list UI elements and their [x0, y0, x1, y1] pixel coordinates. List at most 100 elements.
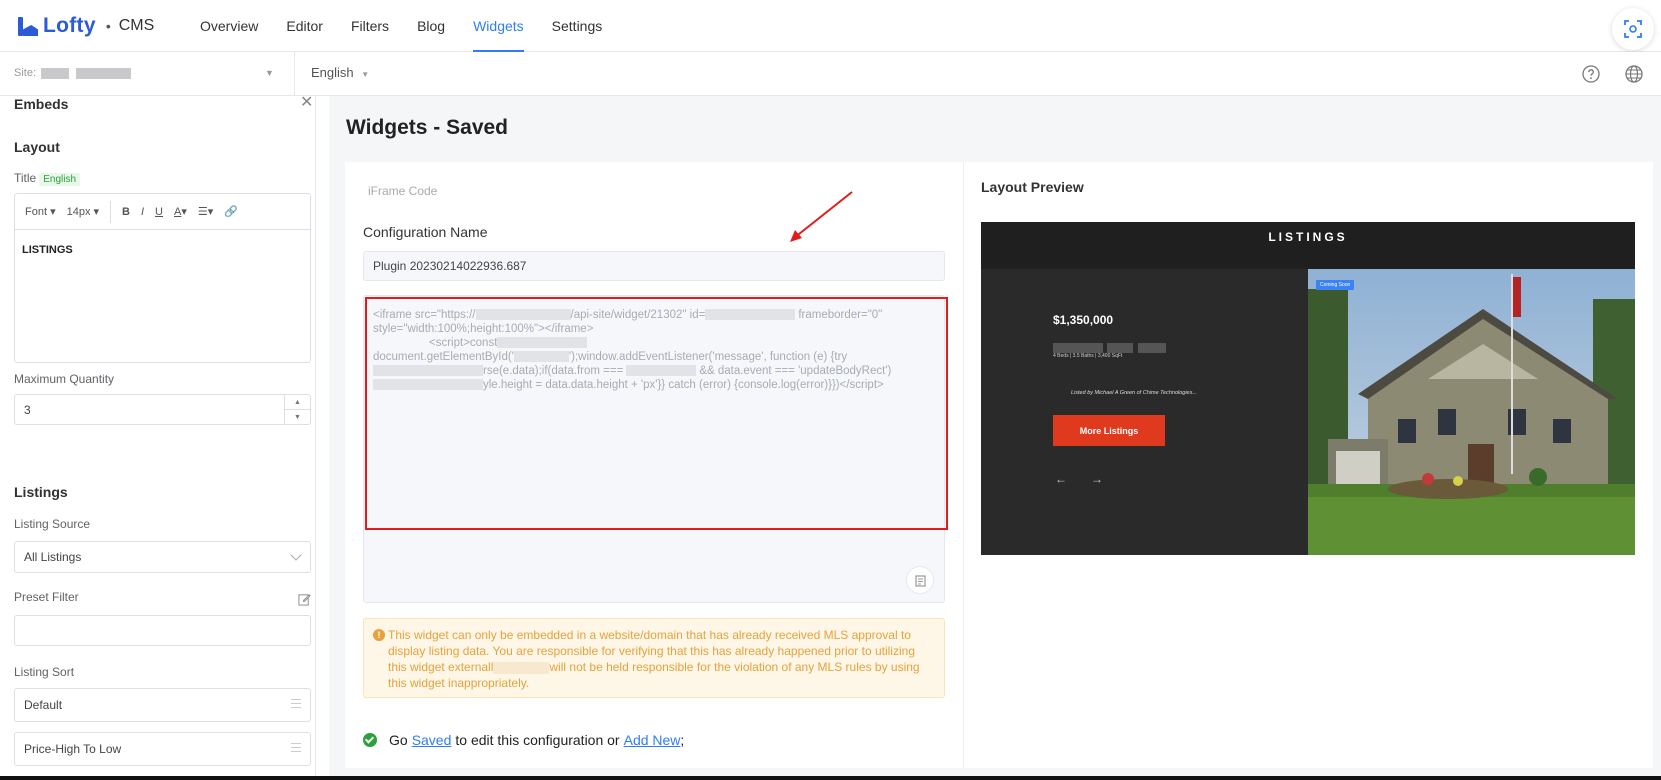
iframe-code-tab[interactable]: iFrame Code	[368, 184, 437, 198]
drag-handle-icon[interactable]	[291, 743, 301, 752]
preview-header: LISTINGS	[981, 222, 1635, 269]
preview-listed-by: Listed by Michael A Green of Chime Techn…	[1071, 390, 1197, 396]
increment-icon[interactable]: ▲	[285, 395, 310, 409]
confirmation-text: ;	[680, 732, 685, 748]
divider	[294, 52, 295, 96]
close-icon[interactable]: ✕	[300, 96, 313, 112]
copy-code-button[interactable]	[906, 566, 934, 594]
panel-title: Embeds	[14, 96, 69, 112]
redacted-text	[1107, 343, 1134, 353]
align-icon[interactable]: ☰▾	[198, 205, 213, 218]
preview-listing-info: $1,350,000 4 Beds | 3.5 Baths | 3,400 Sq…	[981, 269, 1308, 555]
decrement-icon[interactable]: ▼	[285, 409, 310, 424]
globe-icon[interactable]	[1624, 64, 1644, 84]
listings-section-title: Listings	[14, 484, 68, 500]
editor-content[interactable]: LISTINGS	[15, 230, 310, 270]
font-size-select[interactable]: 14px ▾	[67, 205, 99, 218]
redacted-text	[493, 661, 550, 674]
arrow-left-icon[interactable]: ←	[1055, 472, 1067, 486]
drag-handle-icon[interactable]	[291, 699, 301, 708]
underline-button[interactable]: U	[155, 206, 163, 218]
preview-price: $1,350,000	[1053, 313, 1114, 327]
nav-editor[interactable]: Editor	[286, 0, 323, 52]
redacted-site	[76, 67, 132, 79]
sort-option-label: Default	[24, 698, 63, 712]
scan-icon	[1624, 20, 1642, 38]
bold-button[interactable]: B	[122, 206, 130, 218]
brand-separator: •	[105, 18, 111, 34]
embeds-settings-panel: Embeds ✕ Layout Title English Font ▾ 14px…	[0, 96, 316, 776]
max-quantity-label: Maximum Quantity	[14, 372, 115, 386]
saved-confirmation: Go Saved to edit this configuration or A…	[363, 732, 684, 748]
language-tag: English	[39, 173, 81, 186]
quantity-spinner: ▲ ▼	[284, 395, 310, 424]
page-title: Widgets - Saved	[346, 116, 509, 139]
more-listings-button[interactable]: More Listings	[1053, 415, 1165, 446]
lofty-logo-icon	[16, 16, 40, 36]
max-quantity-value: 3	[24, 402, 31, 417]
warning-icon: !	[373, 629, 385, 641]
nav-filters[interactable]: Filters	[351, 0, 389, 52]
chevron-down-icon	[290, 549, 302, 561]
brand-name: Lofty	[43, 14, 96, 37]
layout-preview-label: Layout Preview	[981, 179, 1084, 195]
top-nav-bar: Lofty • CMS Overview Editor Filters Blog…	[0, 0, 1661, 52]
window-bottom-edge	[0, 776, 1661, 780]
layout-preview: LISTINGS $1,350,000 4 Beds | 3.5 Baths |…	[981, 222, 1635, 555]
language-selector[interactable]: English ▼	[311, 65, 369, 80]
add-new-link[interactable]: Add New	[624, 732, 681, 748]
arrow-right-icon[interactable]: →	[1091, 472, 1103, 486]
italic-button[interactable]: I	[141, 206, 144, 218]
font-family-select[interactable]: Font ▾	[25, 205, 56, 218]
max-quantity-stepper[interactable]: 3 ▲ ▼	[14, 394, 311, 425]
preview-details: 4 Beds | 3.5 Baths | 3,400 SqFt	[1053, 353, 1123, 359]
title-label-text: Title	[14, 171, 37, 185]
toolbar-divider	[110, 200, 112, 223]
size-select-label: 14px	[66, 206, 91, 218]
preset-filter-input[interactable]	[14, 615, 311, 646]
link-icon[interactable]: 🔗	[224, 205, 238, 218]
product-name: CMS	[118, 17, 155, 34]
listing-source-label: Listing Source	[14, 517, 91, 531]
listing-source-value: All Listings	[24, 550, 82, 564]
text-color-button[interactable]: A▾	[174, 205, 187, 218]
main-nav: Overview Editor Filters Blog Widgets Set…	[200, 0, 630, 52]
mls-warning-alert: ! This widget can only be embedded in a …	[363, 618, 945, 698]
title-rich-text-editor[interactable]: Font ▾ 14px ▾ B I U A▾ ☰▾ 🔗 LISTINGS	[14, 193, 311, 363]
nav-widgets[interactable]: Widgets	[473, 0, 524, 52]
site-dropdown-icon[interactable]: ▼	[265, 68, 274, 78]
edit-icon[interactable]	[298, 593, 311, 606]
card-divider	[963, 162, 964, 768]
app-logo[interactable]: Lofty • CMS	[16, 14, 154, 38]
text-color-glyph: A	[174, 206, 182, 218]
redacted-text	[1053, 343, 1103, 353]
listing-house-photo	[1308, 269, 1635, 555]
copy-icon	[915, 575, 926, 587]
editor-toolbar: Font ▾ 14px ▾ B I U A▾ ☰▾ 🔗	[15, 194, 310, 230]
sort-option-item[interactable]: Price-High To Low	[14, 732, 311, 766]
saved-link[interactable]: Saved	[412, 732, 452, 748]
sort-option-item[interactable]: Default	[14, 688, 311, 722]
nav-settings[interactable]: Settings	[552, 0, 603, 52]
sort-option-label: Price-High To Low	[24, 742, 122, 756]
listing-sort-label: Listing Sort	[14, 665, 75, 679]
redacted-text	[1137, 343, 1166, 353]
screen-capture-button[interactable]	[1612, 8, 1654, 50]
redacted-site	[41, 67, 70, 79]
layout-section-title: Layout	[14, 139, 60, 155]
preset-filter-label: Preset Filter	[14, 590, 79, 604]
language-dropdown-icon: ▼	[361, 70, 370, 79]
title-field-label: Title English	[14, 171, 81, 186]
nav-blog[interactable]: Blog	[417, 0, 445, 52]
annotation-arrow-icon	[790, 191, 853, 242]
language-value: English	[311, 65, 354, 80]
site-label: Site:	[14, 67, 37, 79]
site-selector[interactable]: Site:	[14, 67, 132, 79]
listing-source-select[interactable]: All Listings	[14, 541, 311, 573]
help-icon[interactable]	[1581, 64, 1601, 84]
configuration-name-field[interactable]: Plugin 20230214022936.687	[363, 251, 945, 281]
success-check-icon	[363, 733, 377, 747]
font-select-label: Font	[25, 206, 48, 218]
site-toolbar: Site: ▼ English ▼	[0, 52, 1661, 96]
nav-overview[interactable]: Overview	[200, 0, 258, 52]
